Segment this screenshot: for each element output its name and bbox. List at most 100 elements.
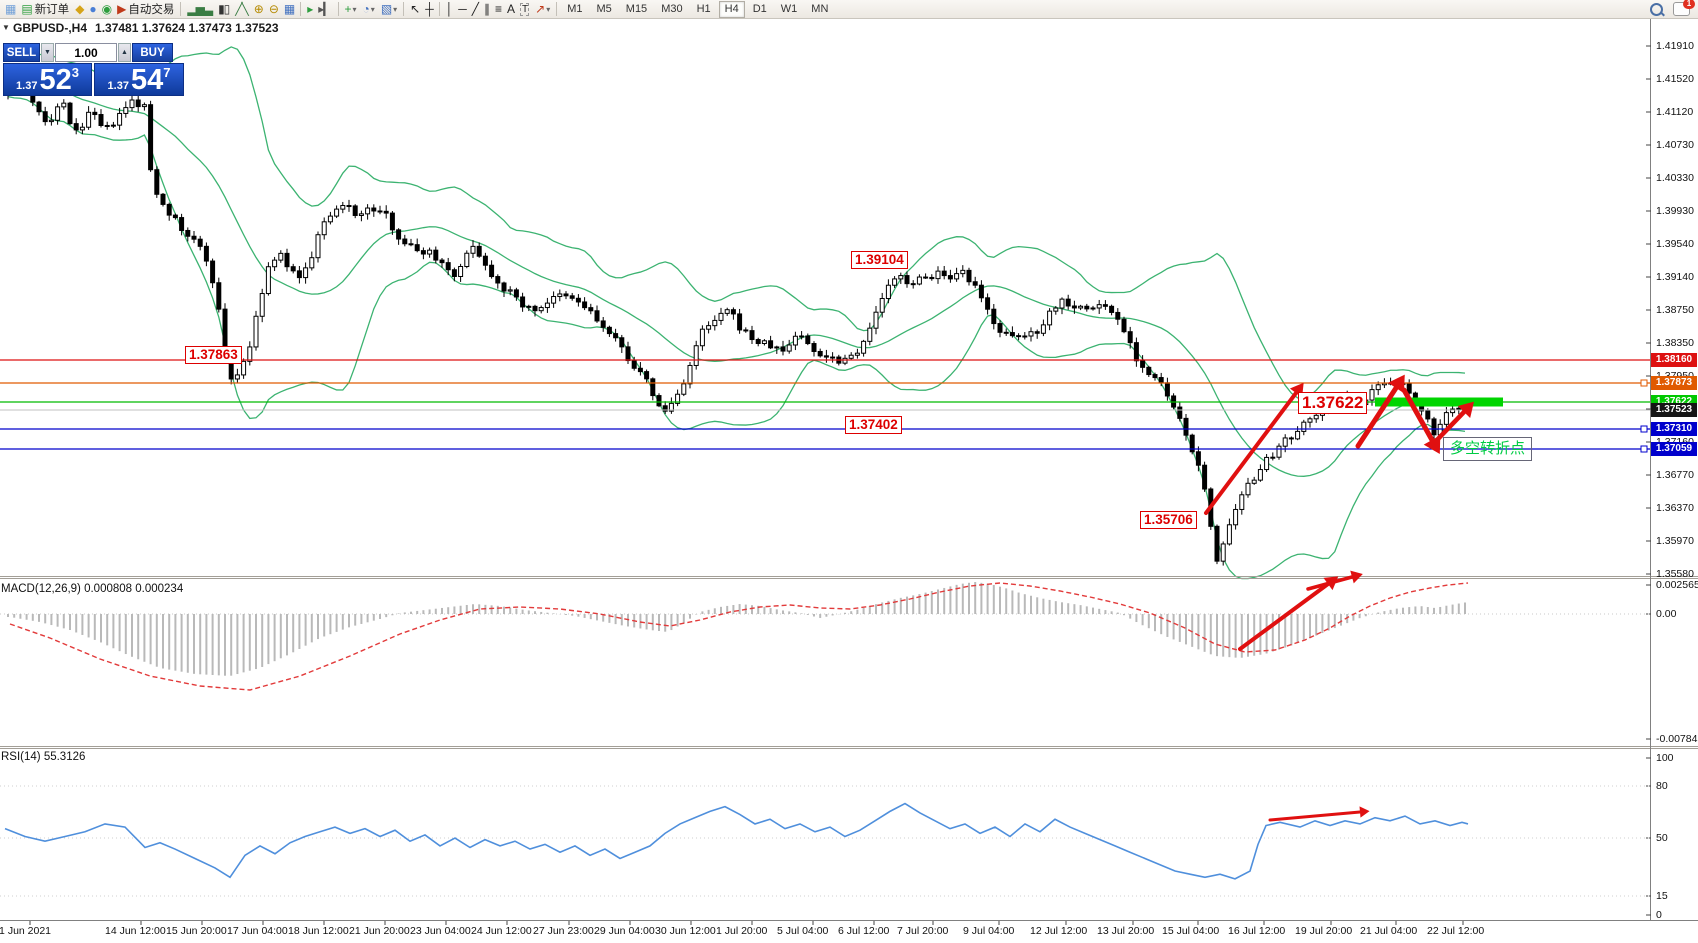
text-label-icon[interactable]: T <box>517 1 532 18</box>
zoom-in-icon[interactable]: ⊕ <box>251 1 266 18</box>
chevron-down-icon[interactable]: ▼ <box>2 23 10 32</box>
volume-up-button[interactable]: ▲ <box>118 43 131 62</box>
level-handle[interactable] <box>1641 446 1647 452</box>
level-handle[interactable] <box>1641 426 1647 432</box>
toolbar-separator <box>338 2 339 16</box>
timeframe-button-m15[interactable]: M15 <box>620 1 653 18</box>
toolbar-separator <box>300 2 301 16</box>
buy-price-display[interactable]: 1.37547 <box>94 63 184 96</box>
autotrading-button-label: 自动交易 <box>128 1 174 17</box>
price-label-1-37622[interactable]: 1.37622 <box>1298 392 1367 414</box>
price-tick-label: 0 <box>1656 909 1662 921</box>
green-highlight-bar[interactable] <box>1375 398 1503 407</box>
level-handle[interactable] <box>1641 380 1647 386</box>
time-axis-label: 7 Jul 20:00 <box>897 925 948 937</box>
fibonacci-icon[interactable]: ≡ <box>492 1 504 18</box>
autotrading-button[interactable]: ▶自动交易 <box>114 1 177 18</box>
horizontal-line-icon[interactable]: ─ <box>455 1 469 18</box>
time-axis-label: 12 Jul 12:00 <box>1030 925 1087 937</box>
timeframe-button-d1[interactable]: D1 <box>747 1 773 18</box>
community-icon[interactable]: ● <box>86 1 98 18</box>
new-order-button[interactable]: ▤新订单 <box>18 1 72 18</box>
periods-icon: ◔ <box>363 1 369 18</box>
turning-point-note[interactable]: 多空转折点 <box>1443 437 1532 461</box>
line-chart-icon: ╱╲ <box>235 1 247 18</box>
timeframe-button-w1[interactable]: W1 <box>775 1 804 18</box>
tile-windows-icon[interactable]: ▦ <box>281 1 297 18</box>
price-tick-label: 1.39140 <box>1656 271 1694 283</box>
price-tick-label: 1.38750 <box>1656 304 1694 316</box>
sell-button[interactable]: SELL <box>3 43 40 62</box>
chart-shift-icon: ▸▎ <box>318 1 331 18</box>
timeframe-button-m5[interactable]: M5 <box>591 1 618 18</box>
price-tick-label: 1.38350 <box>1656 337 1694 349</box>
macd-arrow-flat[interactable] <box>1308 571 1363 589</box>
signals-icon: ◉ <box>102 1 111 18</box>
vertical-line-icon: │ <box>446 1 453 18</box>
arrows-tool-icon[interactable]: ↗▾ <box>532 1 553 18</box>
auto-scroll-icon[interactable]: ▸ <box>304 1 315 18</box>
time-axis-label: 6 Jul 12:00 <box>838 925 889 937</box>
price-tag-1.38160: 1.38160 <box>1651 353 1697 367</box>
bar-chart-icon[interactable]: ▂▅▃ <box>184 1 215 18</box>
channel-icon[interactable]: ∥ <box>481 1 492 18</box>
trading-platform-window: ▦▤新订单◆●◉▶自动交易▂▅▃▮▯╱╲⊕⊖▦▸▸▎+▾◔▾▧▾↖┼│─╱∥≡A… <box>0 0 1698 943</box>
time-axis-label: 9 Jul 04:00 <box>963 925 1014 937</box>
zoom-out-icon[interactable]: ⊖ <box>266 1 281 18</box>
buy-button[interactable]: BUY <box>132 43 173 62</box>
volume-input[interactable] <box>55 43 117 62</box>
price-tick-label: 1.35970 <box>1656 535 1694 547</box>
line-chart-icon[interactable]: ╱╲ <box>232 1 250 18</box>
time-axis-label: 11 Jun 2021 <box>0 925 51 937</box>
price-label-1-37402[interactable]: 1.37402 <box>845 416 902 434</box>
macd-arrow-up[interactable] <box>1240 576 1338 649</box>
chart-canvas[interactable] <box>0 0 1698 943</box>
sell-price-display[interactable]: 1.37523 <box>3 63 92 96</box>
crosshair-icon: ┼ <box>425 1 433 18</box>
crosshair-icon[interactable]: ┼ <box>422 1 436 18</box>
community-icon: ● <box>89 1 95 18</box>
timeframe-button-m1[interactable]: M1 <box>561 1 588 18</box>
timeframe-button-h4[interactable]: H4 <box>719 1 745 18</box>
symbol-period-label: GBPUSD-,H4 <box>13 21 87 35</box>
volume-down-button[interactable]: ▼ <box>41 43 54 62</box>
text-icon[interactable]: A <box>504 1 517 18</box>
chevron-down-icon: ▾ <box>393 5 397 14</box>
timeframe-button-mn[interactable]: MN <box>805 1 834 18</box>
trendline-icon[interactable]: ╱ <box>469 1 481 18</box>
price-tick-label: 100 <box>1656 752 1674 764</box>
price-tick-label: 1.41910 <box>1656 40 1694 52</box>
timeframe-button-h1[interactable]: H1 <box>691 1 717 18</box>
chevron-down-icon: ▾ <box>546 5 550 14</box>
price-label-1-39104[interactable]: 1.39104 <box>851 251 908 269</box>
chevron-down-icon: ▾ <box>371 5 375 14</box>
toolbar: ▦▤新订单◆●◉▶自动交易▂▅▃▮▯╱╲⊕⊖▦▸▸▎+▾◔▾▧▾↖┼│─╱∥≡A… <box>0 0 1698 19</box>
price-label-1-37863[interactable]: 1.37863 <box>185 346 242 364</box>
timeframe-button-m30[interactable]: M30 <box>655 1 688 18</box>
bar-chart-icon: ▂▅▃ <box>187 1 212 18</box>
time-axis-label: 15 Jun 20:00 <box>166 925 227 937</box>
cursor-icon[interactable]: ↖ <box>407 1 422 18</box>
templates-icon[interactable]: ▧▾ <box>378 1 400 18</box>
add-indicator-icon[interactable]: +▾ <box>342 1 360 18</box>
trend-arrow-zigzag-up2[interactable] <box>1436 402 1474 441</box>
search-icon[interactable] <box>1650 3 1663 16</box>
vertical-line-icon[interactable]: │ <box>443 1 456 18</box>
time-axis-label: 5 Jul 04:00 <box>777 925 828 937</box>
notification-badge: 1 <box>1683 0 1695 9</box>
candlestick-chart-icon[interactable]: ▮▯ <box>215 1 232 18</box>
toolbar-separator <box>439 2 440 16</box>
price-label-1-35706[interactable]: 1.35706 <box>1140 511 1197 529</box>
candles <box>6 74 1467 565</box>
periods-icon[interactable]: ◔▾ <box>360 1 378 18</box>
price-tick-label: 1.36370 <box>1656 502 1694 514</box>
rsi-arrow[interactable] <box>1270 806 1370 820</box>
chart-window-icon[interactable]: ▦ <box>2 1 18 18</box>
notifications-icon[interactable]: 1 <box>1673 2 1690 16</box>
chart-shift-icon[interactable]: ▸▎ <box>315 1 334 18</box>
price-tick-label: 1.41520 <box>1656 73 1694 85</box>
market-watch-icon[interactable]: ◆ <box>72 1 86 18</box>
signals-icon[interactable]: ◉ <box>99 1 114 18</box>
new-order-button-label: 新订单 <box>35 1 70 17</box>
toolbar-separator <box>403 2 404 16</box>
